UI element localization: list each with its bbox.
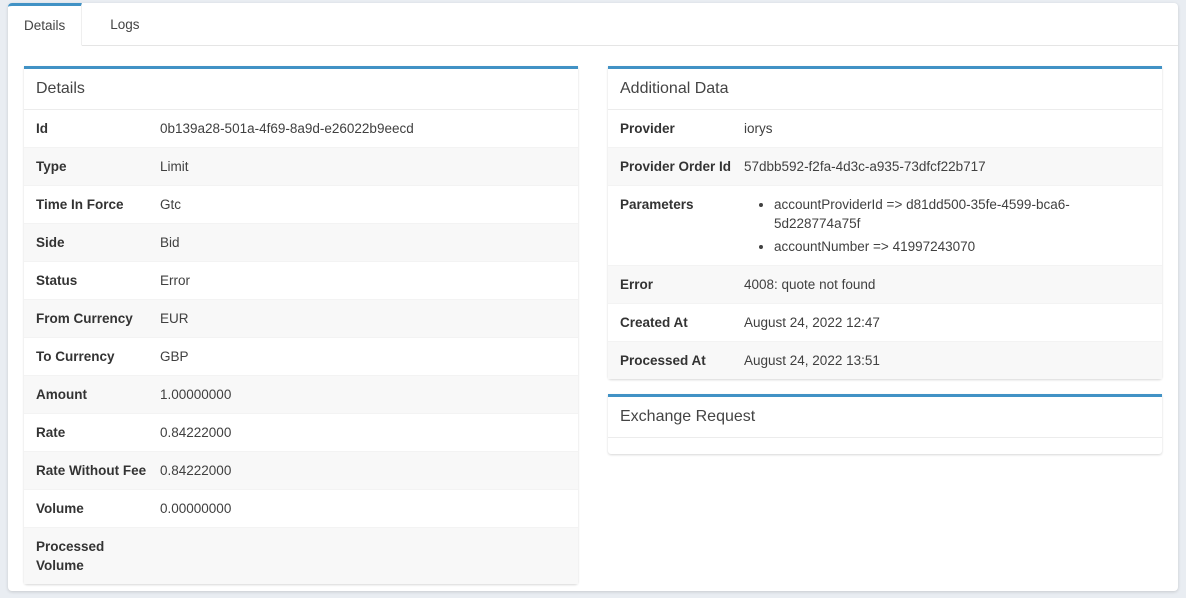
exchange-request-panel: Exchange Request (608, 394, 1162, 454)
row-label: Created At (620, 313, 744, 332)
row-value: 0.84222000 (160, 461, 566, 480)
additional-data-panel-title: Additional Data (608, 69, 1162, 110)
row-value: 57dbb592-f2fa-4d3c-a935-73dfcf22b717 (744, 157, 1150, 176)
row-value: Error (160, 271, 566, 290)
additional-data-panel: Additional Data Provider iorys Provider … (608, 66, 1162, 379)
row-created-at: Created At August 24, 2022 12:47 (608, 303, 1162, 341)
row-from-currency: From Currency EUR (24, 299, 578, 337)
tab-details[interactable]: Details (8, 3, 82, 46)
row-provider-order-id: Provider Order Id 57dbb592-f2fa-4d3c-a93… (608, 147, 1162, 185)
content-card: Details Logs Details Id 0b139a28-501a-4f… (8, 3, 1178, 591)
details-panel: Details Id 0b139a28-501a-4f69-8a9d-e2602… (24, 66, 578, 584)
row-value: August 24, 2022 13:51 (744, 351, 1150, 370)
row-error: Error 4008: quote not found (608, 265, 1162, 303)
row-label: Id (36, 119, 160, 138)
row-label: From Currency (36, 309, 160, 328)
row-value: 0.84222000 (160, 423, 566, 442)
parameters-list-item: accountProviderId => d81dd500-35fe-4599-… (774, 195, 1150, 233)
row-label: Side (36, 233, 160, 252)
row-label: Error (620, 275, 744, 294)
row-type: Type Limit (24, 147, 578, 185)
row-value: 0.00000000 (160, 499, 566, 518)
row-label: Processed Volume (36, 537, 160, 575)
tab-bar: Details Logs (8, 3, 1178, 46)
row-value: iorys (744, 119, 1150, 138)
row-parameters: Parameters accountProviderId => d81dd500… (608, 185, 1162, 265)
row-provider: Provider iorys (608, 110, 1162, 147)
details-rows: Id 0b139a28-501a-4f69-8a9d-e26022b9eecd … (24, 110, 578, 584)
row-label: Time In Force (36, 195, 160, 214)
row-value: Limit (160, 157, 566, 176)
row-label: Status (36, 271, 160, 290)
parameters-list-item: accountNumber => 41997243070 (774, 237, 1150, 256)
row-value (160, 537, 566, 575)
exchange-request-empty-body (608, 438, 1162, 454)
row-to-currency: To Currency GBP (24, 337, 578, 375)
details-panel-title: Details (24, 69, 578, 110)
row-id: Id 0b139a28-501a-4f69-8a9d-e26022b9eecd (24, 110, 578, 147)
row-label: Parameters (620, 195, 744, 256)
page: Details Logs Details Id 0b139a28-501a-4f… (0, 0, 1186, 598)
row-label: Rate Without Fee (36, 461, 160, 480)
row-value: GBP (160, 347, 566, 366)
content-columns: Details Id 0b139a28-501a-4f69-8a9d-e2602… (8, 46, 1178, 584)
row-rate: Rate 0.84222000 (24, 413, 578, 451)
parameters-list: accountProviderId => d81dd500-35fe-4599-… (744, 195, 1150, 256)
row-label: Processed At (620, 351, 744, 370)
exchange-request-panel-title: Exchange Request (608, 397, 1162, 438)
row-processed-at: Processed At August 24, 2022 13:51 (608, 341, 1162, 379)
row-value: Gtc (160, 195, 566, 214)
row-label: To Currency (36, 347, 160, 366)
row-label: Rate (36, 423, 160, 442)
row-time-in-force: Time In Force Gtc (24, 185, 578, 223)
row-label: Amount (36, 385, 160, 404)
row-value: EUR (160, 309, 566, 328)
row-label: Volume (36, 499, 160, 518)
row-value: accountProviderId => d81dd500-35fe-4599-… (744, 195, 1150, 256)
row-rate-without-fee: Rate Without Fee 0.84222000 (24, 451, 578, 489)
row-processed-volume: Processed Volume (24, 527, 578, 584)
row-side: Side Bid (24, 223, 578, 261)
row-status: Status Error (24, 261, 578, 299)
additional-data-rows: Provider iorys Provider Order Id 57dbb59… (608, 110, 1162, 379)
right-column: Additional Data Provider iorys Provider … (608, 66, 1162, 454)
row-value: August 24, 2022 12:47 (744, 313, 1150, 332)
row-volume: Volume 0.00000000 (24, 489, 578, 527)
row-label: Type (36, 157, 160, 176)
row-value: Bid (160, 233, 566, 252)
row-value: 4008: quote not found (744, 275, 1150, 294)
row-label: Provider (620, 119, 744, 138)
row-value: 1.00000000 (160, 385, 566, 404)
row-amount: Amount 1.00000000 (24, 375, 578, 413)
row-value: 0b139a28-501a-4f69-8a9d-e26022b9eecd (160, 119, 566, 138)
tab-logs[interactable]: Logs (94, 3, 155, 45)
row-label: Provider Order Id (620, 157, 744, 176)
left-column: Details Id 0b139a28-501a-4f69-8a9d-e2602… (24, 66, 578, 584)
